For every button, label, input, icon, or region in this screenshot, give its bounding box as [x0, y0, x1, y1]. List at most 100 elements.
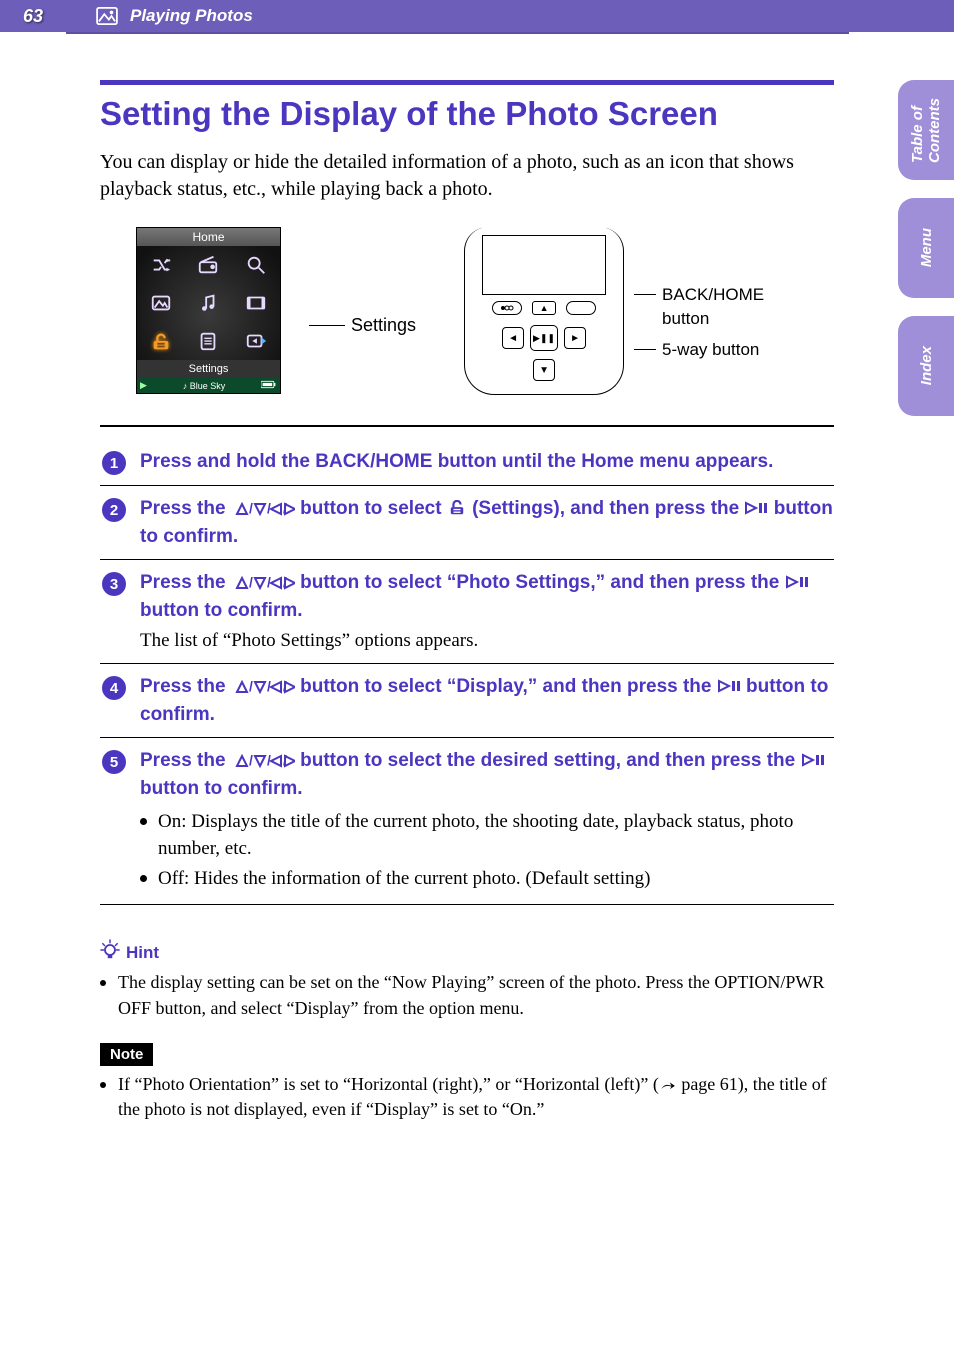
- hint-label: Hint: [126, 943, 159, 963]
- settings-pointer: Settings: [309, 315, 416, 336]
- svg-text:/: /: [267, 752, 271, 768]
- svg-text:/: /: [267, 574, 271, 590]
- tab-table-of-contents[interactable]: Table ofContents: [898, 80, 954, 180]
- device-figure: ▲ ◄ ► ▼ ▶❚❚: [464, 227, 624, 395]
- nav-arrows-icon: ///: [231, 498, 295, 524]
- step-3-text: The list of “Photo Settings” options app…: [140, 628, 834, 654]
- home-menu-title: Home: [137, 228, 280, 246]
- device-screen: [482, 235, 606, 295]
- step-1: 1 Press and hold the BACK/HOME button un…: [100, 439, 834, 486]
- page-ref-icon[interactable]: [659, 1074, 677, 1094]
- play-pause-icon: [744, 498, 768, 524]
- option-off: Off: Hides the information of the curren…: [140, 865, 834, 893]
- device-5way: ◄ ► ▼ ▶❚❚: [502, 321, 586, 377]
- step-4: 4 Press the /// button to select “Displa…: [100, 664, 834, 738]
- home-icon-playlists: [185, 322, 233, 360]
- tab-index[interactable]: Index: [898, 316, 954, 416]
- svg-text:/: /: [249, 574, 253, 590]
- home-menu-bottombar: ▶ ♪ Blue Sky: [137, 378, 280, 393]
- home-icon-search: [232, 246, 280, 284]
- tab-toc-line1: Table of: [909, 106, 926, 163]
- step-1-number: 1: [102, 451, 126, 475]
- home-icon-shuffle: [137, 246, 185, 284]
- nav-arrows-icon: ///: [231, 572, 295, 598]
- note-item-1: If “Photo Orientation” is set to “Horizo…: [100, 1072, 834, 1122]
- step-3-title: Press the /// button to select “Photo Se…: [140, 570, 834, 623]
- option-on: On: Displays the title of the current ph…: [140, 808, 834, 863]
- tab-menu-label: Menu: [918, 228, 935, 267]
- play-pause-icon: [717, 676, 741, 702]
- home-icon-nowplaying: [232, 322, 280, 360]
- steps-top-rule: [100, 425, 834, 427]
- settings-pointer-label: Settings: [351, 315, 416, 336]
- home-icon-video: [232, 284, 280, 322]
- breadcrumb: Playing Photos: [130, 6, 253, 26]
- page-header: 63 Playing Photos: [0, 0, 954, 32]
- nowplaying-play-icon: ▶: [140, 380, 147, 391]
- home-icon-photos: [137, 284, 185, 322]
- hint-item-1: The display setting can be set on the “N…: [100, 970, 834, 1020]
- step-5: 5 Press the /// button to select the des…: [100, 738, 834, 905]
- hint-bulb-icon: [100, 939, 120, 966]
- device-callouts: BACK/HOME button 5-way button: [634, 227, 764, 364]
- svg-text:/: /: [249, 752, 253, 768]
- svg-text:/: /: [249, 500, 253, 516]
- step-5-options: On: Displays the title of the current ph…: [140, 808, 834, 893]
- step-2: 2 Press the /// button to select (Settin…: [100, 486, 834, 560]
- step-3: 3 Press the /// button to select “Photo …: [100, 560, 834, 664]
- tab-menu[interactable]: Menu: [898, 198, 954, 298]
- callout-5way: 5-way button: [662, 340, 759, 360]
- hint-list: The display setting can be set on the “N…: [100, 970, 834, 1020]
- step-3-number: 3: [102, 572, 126, 596]
- device-button-left: [492, 301, 522, 315]
- svg-text:/: /: [249, 678, 253, 694]
- nav-arrows-icon: ///: [231, 750, 295, 776]
- figures-row: Home Settings ▶ ♪ Blue Sky Settings: [136, 227, 834, 395]
- header-rule: [66, 32, 849, 34]
- step-5-title: Press the /// button to select the desir…: [140, 748, 834, 801]
- callout-back-home-l1: BACK/HOME: [662, 285, 764, 305]
- home-icon-radio: [185, 246, 233, 284]
- page-title: Setting the Display of the Photo Screen: [100, 95, 834, 133]
- step-1-title: Press and hold the BACK/HOME button unti…: [140, 449, 834, 475]
- 5way-left: ◄: [502, 327, 524, 349]
- device-top-buttons: ▲: [482, 301, 606, 315]
- device-back-home-button: ▲: [532, 301, 556, 315]
- step-4-number: 4: [102, 676, 126, 700]
- 5way-right: ►: [564, 327, 586, 349]
- play-pause-icon: [785, 572, 809, 598]
- note-list: If “Photo Orientation” is set to “Horizo…: [100, 1072, 834, 1122]
- home-menu-figure: Home Settings ▶ ♪ Blue Sky: [136, 227, 281, 394]
- play-pause-icon: [801, 750, 825, 776]
- tab-toc-line2: Contents: [926, 98, 943, 163]
- page-ref-text[interactable]: page 61: [677, 1074, 738, 1094]
- note-label: Note: [100, 1043, 153, 1066]
- pointer-line: [309, 325, 345, 326]
- 5way-down: ▼: [533, 359, 555, 381]
- step-2-number: 2: [102, 498, 126, 522]
- nav-arrows-icon: ///: [231, 676, 295, 702]
- tab-index-label: Index: [918, 346, 935, 385]
- page-number-container: 63: [0, 0, 66, 32]
- device-button-right: [566, 301, 596, 315]
- title-accent-bar: [100, 80, 834, 85]
- home-icon-settings: [137, 322, 185, 360]
- step-5-number: 5: [102, 750, 126, 774]
- intro-text: You can display or hide the detailed inf…: [100, 149, 834, 203]
- step-2-title: Press the /// button to select (Settings…: [140, 496, 834, 549]
- step-4-title: Press the /// button to select “Display,…: [140, 674, 834, 727]
- photo-section-icon: [96, 7, 118, 25]
- battery-icon: [261, 380, 277, 391]
- svg-text:/: /: [267, 678, 271, 694]
- home-menu-grid: [137, 246, 280, 360]
- side-tabs: Table ofContents Menu Index: [898, 80, 954, 416]
- hint-block: Hint The display setting can be set on t…: [100, 939, 834, 1020]
- home-menu-caption: Settings: [137, 360, 280, 378]
- home-icon-music: [185, 284, 233, 322]
- callout-back-home-l2: button: [662, 309, 764, 329]
- page-content: Setting the Display of the Photo Screen …: [100, 80, 834, 1122]
- hint-header: Hint: [100, 939, 834, 966]
- note-block: Note If “Photo Orientation” is set to “H…: [100, 1043, 834, 1122]
- 5way-center: ▶❚❚: [530, 325, 558, 351]
- svg-text:/: /: [267, 500, 271, 516]
